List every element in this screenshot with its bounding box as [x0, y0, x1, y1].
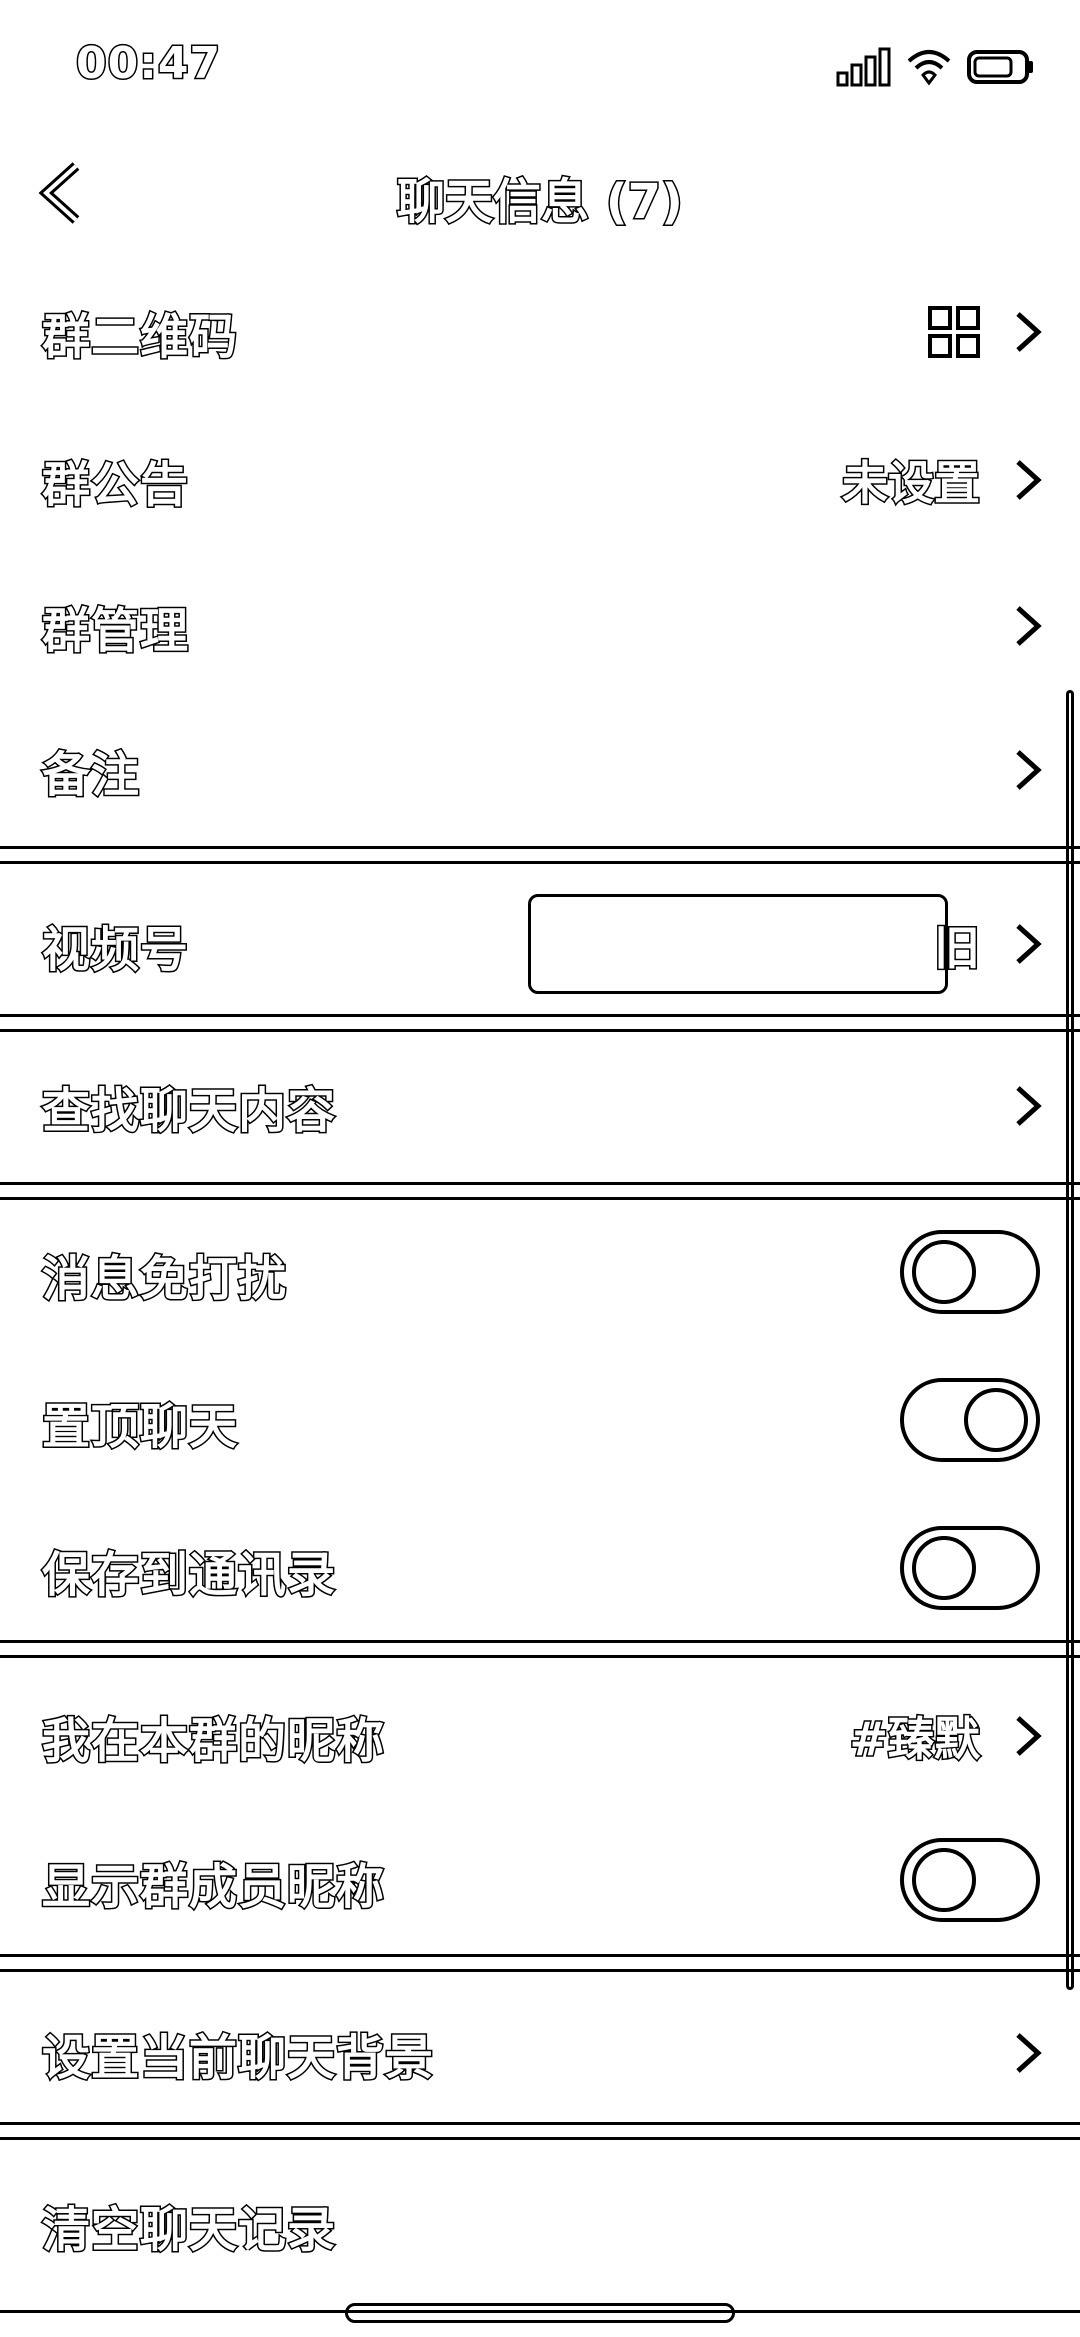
row-clear-history[interactable]: 清空聊天记录	[0, 2170, 1080, 2280]
status-time: 00:47	[74, 37, 222, 91]
mute-toggle[interactable]	[900, 1230, 1040, 1314]
row-value: #臻默	[848, 1711, 982, 1768]
row-group-manage[interactable]: 群管理	[0, 576, 1080, 676]
row-label: 备注	[40, 746, 141, 805]
row-pin: 置顶聊天	[0, 1370, 1080, 1474]
row-label: 清空聊天记录	[40, 2201, 337, 2260]
row-label: 置顶聊天	[40, 1398, 239, 1457]
qr-code-icon	[928, 306, 980, 358]
home-indicator[interactable]	[345, 2303, 735, 2323]
row-label: 查找聊天内容	[40, 1082, 337, 1141]
page-title: 聊天信息 (7)	[396, 173, 685, 232]
row-my-nickname[interactable]: 我在本群的昵称 #臻默	[0, 1684, 1080, 1788]
row-label: 保存到通讯录	[40, 1546, 337, 1605]
row-chat-background[interactable]: 设置当前聊天背景	[0, 1998, 1080, 2108]
chevron-right-icon	[1016, 2033, 1042, 2073]
row-value: 旧	[933, 920, 982, 977]
row-label: 显示群成员昵称	[40, 1858, 386, 1917]
row-label: 我在本群的昵称	[40, 1712, 386, 1771]
redacted-value	[528, 894, 948, 994]
scrollbar[interactable]	[1066, 690, 1074, 1990]
save-contacts-toggle[interactable]	[900, 1526, 1040, 1610]
section-divider	[0, 1954, 1080, 1972]
status-bar: 00:47	[0, 0, 1080, 120]
chevron-right-icon	[1016, 1716, 1042, 1756]
row-group-notice[interactable]: 群公告 未设置	[0, 430, 1080, 530]
section-divider	[0, 846, 1080, 864]
pin-toggle[interactable]	[900, 1378, 1040, 1462]
row-value: 未设置	[841, 455, 982, 512]
toggle-knob	[912, 1848, 976, 1912]
chevron-right-icon	[1016, 1086, 1042, 1126]
row-remark[interactable]: 备注	[0, 720, 1080, 820]
chevron-right-icon	[1016, 606, 1042, 646]
section-divider	[0, 1014, 1080, 1032]
toggle-knob	[912, 1240, 976, 1304]
chevron-right-icon	[1016, 750, 1042, 790]
chevron-right-icon	[1016, 460, 1042, 500]
row-label: 消息免打扰	[40, 1250, 288, 1309]
row-label: 群二维码	[40, 308, 239, 367]
row-mute: 消息免打扰	[0, 1222, 1080, 1326]
row-channels[interactable]: 视频号 旧	[0, 886, 1080, 1004]
row-group-qr[interactable]: 群二维码	[0, 282, 1080, 382]
chevron-right-icon	[1016, 924, 1042, 964]
row-label: 群管理	[40, 602, 190, 661]
status-icons	[836, 44, 1036, 90]
chevron-right-icon	[1016, 312, 1042, 352]
wifi-icon	[907, 50, 951, 86]
row-show-nicknames: 显示群成员昵称	[0, 1830, 1080, 1934]
battery-icon	[967, 50, 1033, 84]
signal-icon	[836, 47, 891, 87]
toggle-knob	[912, 1536, 976, 1600]
section-divider	[0, 2122, 1080, 2140]
toggle-knob	[964, 1388, 1028, 1452]
row-label: 群公告	[40, 456, 190, 515]
row-search-chat[interactable]: 查找聊天内容	[0, 1054, 1080, 1158]
nav-bar: 聊天信息 (7)	[0, 140, 1080, 250]
row-save-contacts: 保存到通讯录	[0, 1518, 1080, 1622]
section-divider	[0, 1182, 1080, 1200]
section-divider	[0, 1640, 1080, 1658]
row-label: 视频号	[40, 921, 190, 980]
row-label: 设置当前聊天背景	[40, 2029, 435, 2088]
show-nicknames-toggle[interactable]	[900, 1838, 1040, 1922]
